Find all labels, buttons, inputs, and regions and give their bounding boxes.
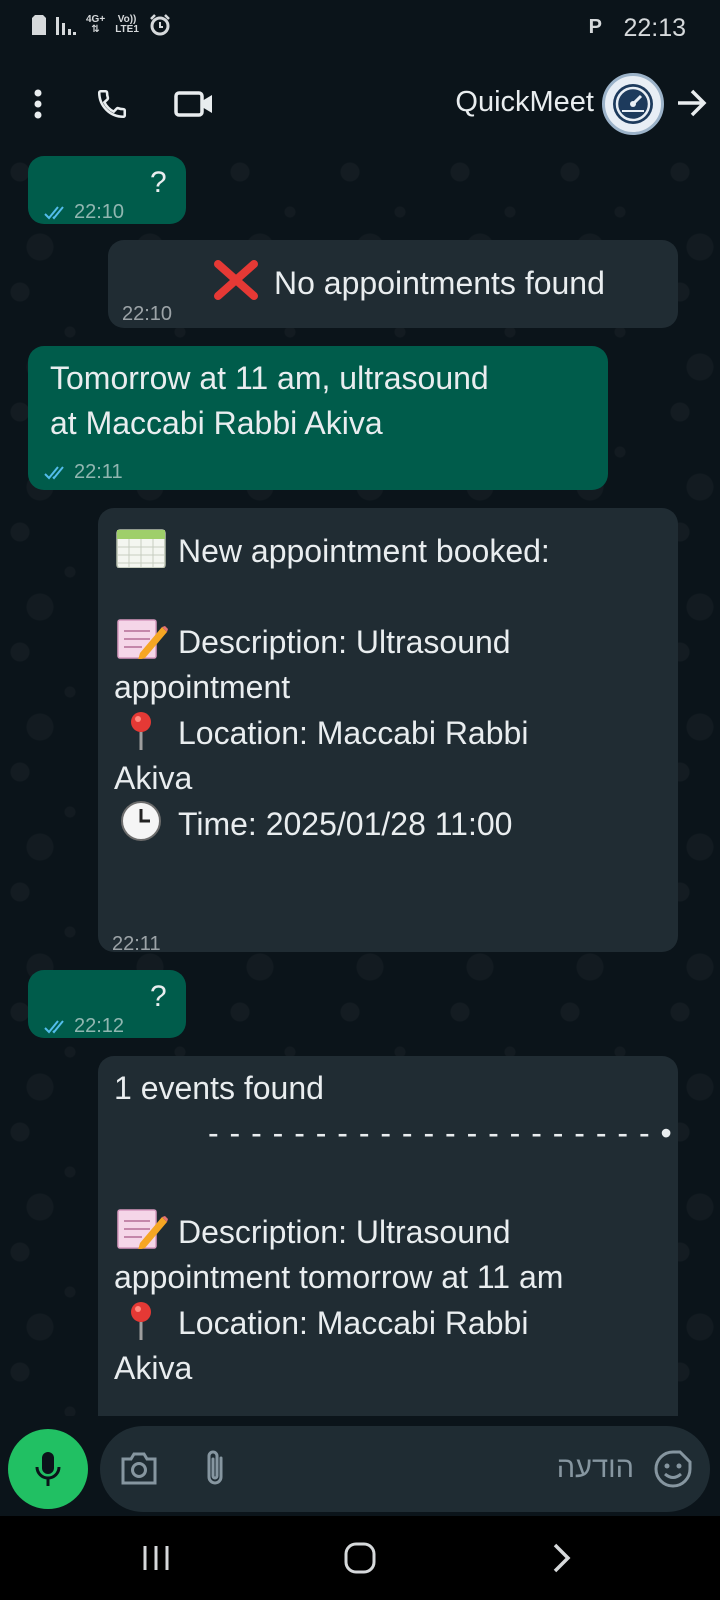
cross-mark-emoji-icon: [214, 260, 258, 300]
arrow-right-icon: [678, 89, 707, 117]
status-bar: 4G+ ⇅ Vo)) LTE1 P 22:13: [0, 0, 720, 56]
message-separator: - - - - - - - - - - - - - - - - - - - - …: [208, 1115, 673, 1151]
chat-area[interactable]: 22:10 ? 22:10 No appointments found Tomo…: [0, 152, 720, 1416]
message-text-line: No appointments found: [210, 260, 605, 306]
memo-emoji-icon: [117, 619, 168, 659]
voice-message-button[interactable]: [8, 1429, 88, 1509]
message-text-line: Time: 2025/01/28 11:00: [114, 801, 670, 847]
more-options-button[interactable]: [14, 80, 62, 128]
message-text-line: Akiva: [114, 1350, 193, 1386]
lte-label: LTE1: [115, 24, 139, 35]
message-text-line: at Maccabi Rabbi Akiva: [50, 405, 383, 441]
recent-apps-icon: [143, 1546, 169, 1570]
message-heading: New appointment booked:: [178, 533, 550, 569]
read-ticks-icon: [44, 465, 70, 481]
message-location: Location: Maccabi Rabbi: [178, 715, 529, 751]
message-meta: 22:10: [122, 292, 172, 337]
more-vertical-icon: [34, 89, 42, 119]
message-text: No appointments found: [274, 265, 605, 301]
video-call-button[interactable]: [170, 80, 218, 128]
emoji-sticker-button[interactable]: [654, 1450, 692, 1493]
message-heading: 1 events found: [114, 1070, 324, 1106]
screen: 4G+ ⇅ Vo)) LTE1 P 22:13 QuickMeet 22:10 …: [0, 0, 720, 1600]
message-time: 22:11: [112, 933, 161, 955]
message-bubble-outgoing[interactable]: 22:12 ?: [28, 970, 186, 1038]
network-bottom-label: ⇅: [91, 24, 100, 35]
message-text: Tomorrow at 11 am, ultrasound at Maccabi…: [50, 356, 489, 446]
message-text-line: Description: Ultrasound: [114, 1209, 670, 1255]
video-camera-icon: [174, 91, 212, 117]
message-placeholder: הודעה: [556, 1452, 634, 1484]
voice-call-button[interactable]: [88, 80, 136, 128]
message-text: 1 events found - - - - - - - - - - - - -…: [114, 1066, 673, 1391]
home-icon: [344, 1542, 376, 1574]
message-text: New appointment booked: Description: Ult…: [114, 528, 670, 847]
message-text-line: Akiva: [114, 760, 193, 796]
network-indicator: 4G+ ⇅: [86, 15, 105, 35]
message-time: 22:10: [74, 201, 125, 223]
status-time: 22:13: [623, 14, 686, 42]
message-location: Location: Maccabi Rabbi: [178, 1305, 529, 1341]
back-button[interactable]: [676, 88, 708, 123]
sticker-icon: [654, 1450, 692, 1488]
attach-button[interactable]: [202, 1448, 228, 1493]
message-text-line: New appointment booked:: [114, 528, 670, 574]
message-time: 22:12: [74, 1015, 125, 1037]
alarm-icon: [150, 14, 170, 36]
clock-emoji-icon: [121, 801, 161, 841]
chat-header: QuickMeet: [0, 56, 720, 152]
round-pushpin-emoji-icon: [131, 712, 151, 750]
message-text-line: Location: Maccabi Rabbi: [114, 1300, 670, 1346]
calendar-emoji-icon: [116, 529, 166, 568]
contact-name[interactable]: QuickMeet: [455, 86, 594, 119]
message-text-line: Tomorrow at 11 am, ultrasound: [50, 360, 489, 396]
sim-card-icon: [32, 15, 46, 35]
message-meta: 22:10: [44, 190, 124, 235]
message-bubble-outgoing[interactable]: 22:10 ?: [28, 156, 186, 224]
input-area: הודעה: [0, 1416, 720, 1516]
memo-emoji-icon: [117, 1209, 168, 1249]
system-navigation-bar: [0, 1516, 720, 1600]
message-text: ?: [150, 166, 167, 199]
message-text: ?: [150, 980, 167, 1013]
message-text-line: Location: Maccabi Rabbi: [114, 710, 670, 756]
recent-apps-button[interactable]: [126, 1536, 186, 1580]
message-bubble-outgoing[interactable]: Tomorrow at 11 am, ultrasound at Maccabi…: [28, 346, 608, 490]
message-bubble-incoming[interactable]: 1 events found - - - - - - - - - - - - -…: [98, 1056, 678, 1416]
message-meta: 22:11: [44, 450, 123, 495]
message-text-line: Description: Ultrasound: [114, 619, 670, 665]
message-text-line: appointment tomorrow at 11 am: [114, 1259, 564, 1295]
avatar[interactable]: [602, 73, 664, 135]
read-ticks-icon: [44, 1019, 70, 1035]
home-button[interactable]: [330, 1536, 390, 1580]
message-time: 22:10: [122, 303, 173, 325]
back-nav-button[interactable]: [532, 1536, 592, 1580]
speedometer-logo-icon: [613, 84, 653, 124]
read-ticks-icon: [44, 205, 70, 221]
camera-icon: [121, 1452, 157, 1485]
message-description: Description: Ultrasound: [178, 1214, 511, 1250]
paperclip-icon: [207, 1450, 223, 1485]
message-time-line: Time: 2025/01/28 11:00: [178, 806, 513, 842]
message-bubble-incoming[interactable]: New appointment booked: Description: Ult…: [98, 508, 678, 955]
chevron-right-icon: [553, 1543, 571, 1573]
status-icons: 4G+ ⇅ Vo)) LTE1: [32, 14, 171, 36]
message-time: 22:11: [74, 461, 123, 483]
phone-icon: [97, 89, 127, 119]
message-text-line: appointment: [114, 669, 291, 705]
message-description: Description: Ultrasound: [178, 624, 511, 660]
volte-indicator: Vo)) LTE1: [115, 15, 139, 35]
message-meta: 22:11: [112, 922, 161, 967]
signal-icon: [56, 17, 76, 35]
message-meta: 22:12: [44, 1004, 124, 1049]
message-input[interactable]: הודעה: [100, 1426, 710, 1512]
microphone-icon: [35, 1452, 61, 1486]
round-pushpin-emoji-icon: [131, 1302, 151, 1340]
p-indicator: P: [588, 16, 602, 38]
camera-button[interactable]: [120, 1450, 158, 1491]
message-bubble-incoming[interactable]: 22:10 No appointments found: [108, 240, 678, 328]
